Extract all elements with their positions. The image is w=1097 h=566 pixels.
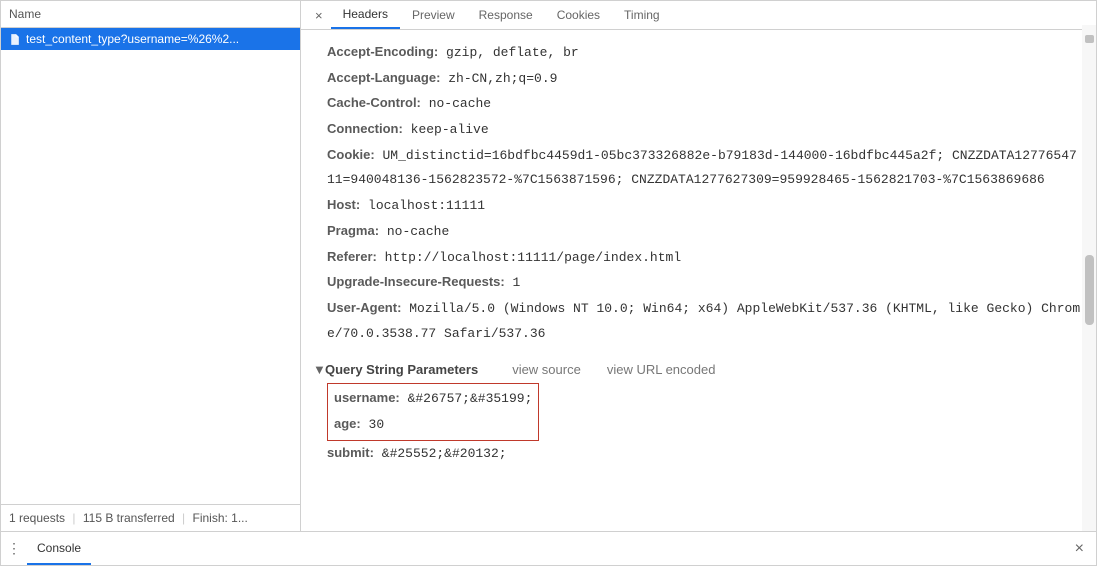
tab-response[interactable]: Response <box>467 2 545 28</box>
tab-headers[interactable]: Headers <box>331 1 400 29</box>
scrollbar-thumb[interactable] <box>1085 35 1094 43</box>
console-drawer: ⋮ Console × <box>1 531 1096 565</box>
vertical-scrollbar[interactable] <box>1082 25 1096 531</box>
header-row: Upgrade-Insecure-Requests: 1 <box>327 270 1084 296</box>
header-row: Cache-Control: no-cache <box>327 91 1084 117</box>
header-row: Pragma: no-cache <box>327 219 1084 245</box>
request-label: test_content_type?username=%26%2... <box>26 32 239 46</box>
name-column-header[interactable]: Name <box>1 1 300 28</box>
tab-cookies[interactable]: Cookies <box>545 2 612 28</box>
request-list: test_content_type?username=%26%2... <box>1 28 300 504</box>
section-title[interactable]: Query String Parameters <box>325 362 478 377</box>
summary-requests: 1 requests <box>9 511 65 525</box>
close-details-button[interactable]: × <box>307 4 331 27</box>
tab-preview[interactable]: Preview <box>400 2 467 28</box>
tab-timing[interactable]: Timing <box>612 2 672 28</box>
header-row: Accept-Language: zh-CN,zh;q=0.9 <box>327 66 1084 92</box>
summary-transferred: 115 B transferred <box>83 511 175 525</box>
param-row: submit: &#25552;&#20132; <box>327 441 1084 467</box>
close-drawer-button[interactable]: × <box>1063 540 1096 558</box>
scrollbar-thumb[interactable] <box>1085 255 1094 325</box>
network-summary: 1 requests | 115 B transferred | Finish:… <box>1 504 300 531</box>
header-row: Referer: http://localhost:11111/page/ind… <box>327 245 1084 271</box>
header-row: Host: localhost:11111 <box>327 193 1084 219</box>
header-row: Cookie: UM_distinctid=16bdfbc4459d1-05bc… <box>327 143 1084 193</box>
param-row: age: 30 <box>334 412 532 438</box>
request-row[interactable]: test_content_type?username=%26%2... <box>1 28 300 50</box>
file-icon <box>7 32 21 46</box>
main-panel: × Headers Preview Response Cookies Timin… <box>301 1 1096 531</box>
summary-finish: Finish: 1... <box>193 511 248 525</box>
view-url-encoded-link[interactable]: view URL encoded <box>607 362 716 377</box>
view-source-link[interactable]: view source <box>512 362 581 377</box>
console-tab[interactable]: Console <box>27 533 91 565</box>
param-row: username: &#26757;&#35199; <box>334 386 532 412</box>
query-string-section: ▼ Query String Parameters view source vi… <box>327 362 1084 466</box>
network-sidebar: Name test_content_type?username=%26%2...… <box>1 1 301 531</box>
header-row: Connection: keep-alive <box>327 117 1084 143</box>
headers-content: Accept-Encoding: gzip, deflate, br Accep… <box>301 30 1096 531</box>
header-row: Accept-Encoding: gzip, deflate, br <box>327 40 1084 66</box>
kebab-menu-icon[interactable]: ⋮ <box>1 540 27 557</box>
detail-tabs: × Headers Preview Response Cookies Timin… <box>301 1 1096 30</box>
highlighted-params: username: &#26757;&#35199; age: 30 <box>327 383 539 440</box>
header-row: User-Agent: Mozilla/5.0 (Windows NT 10.0… <box>327 296 1084 346</box>
caret-down-icon[interactable]: ▼ <box>313 362 321 377</box>
